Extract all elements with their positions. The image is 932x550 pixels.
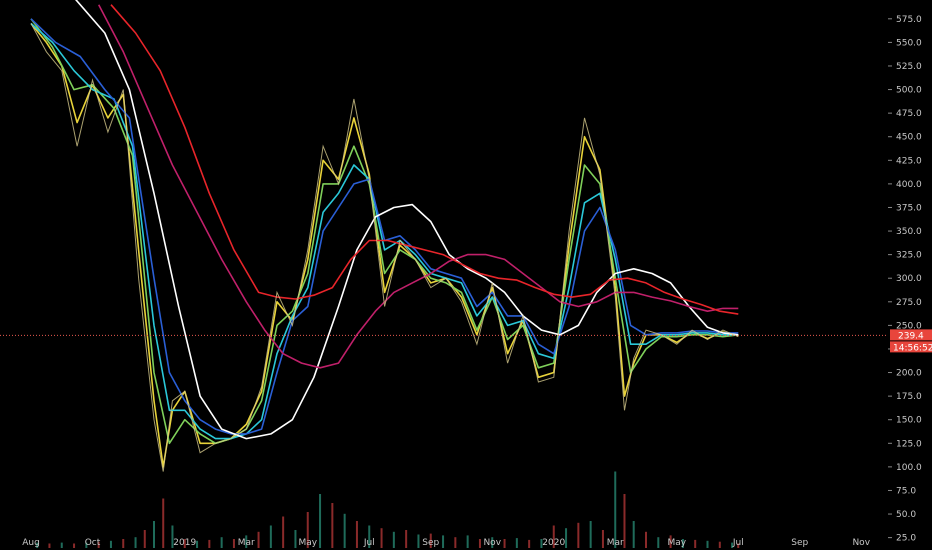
volume-bar <box>503 539 506 548</box>
volume-bar <box>632 521 635 548</box>
volume-bar <box>343 513 346 548</box>
y-tick-label: 400.0 <box>896 180 922 190</box>
volume-bar <box>405 530 408 548</box>
chart-panel[interactable]: 25.050.075.0100.0125.0150.0175.0200.0225… <box>0 0 932 550</box>
moving-average-lines <box>30 0 739 468</box>
volume-bar <box>718 541 721 548</box>
volume-bar <box>143 530 146 548</box>
x-tick-label: Sep <box>791 538 808 548</box>
y-tick-label: 350.0 <box>896 227 922 237</box>
x-tick-label: Nov <box>852 538 870 548</box>
y-tick-label: 300.0 <box>896 274 922 284</box>
y-tick-label: 475.0 <box>896 109 922 119</box>
volume-bar <box>454 537 457 548</box>
x-tick-label: May <box>298 538 317 548</box>
y-tick-label: 575.0 <box>896 15 922 25</box>
y-tick-label: 550.0 <box>896 38 922 48</box>
volume-bar <box>614 471 617 548</box>
volume-bar <box>48 543 51 548</box>
current-price-badge: 239.4 14:56:52 <box>890 329 932 353</box>
y-tick-label: 25.0 <box>896 534 916 544</box>
volume-bar <box>466 535 469 548</box>
volume-bar <box>73 543 76 548</box>
volume-bar <box>331 503 334 548</box>
x-tick-label: Aug <box>22 538 40 548</box>
y-tick-label: 175.0 <box>896 392 922 402</box>
volume-bar <box>257 531 260 548</box>
x-tick-label: Mar <box>607 538 624 548</box>
volume-bar <box>220 537 223 548</box>
ma-line-7 <box>110 4 739 315</box>
y-tick-label: 500.0 <box>896 86 922 96</box>
y-tick-label: 150.0 <box>896 416 922 426</box>
x-tick-label: Jul <box>363 538 375 548</box>
volume-bar <box>645 531 647 548</box>
volume-bar <box>478 539 481 548</box>
y-tick-label: 425.0 <box>896 156 922 166</box>
volume-bar <box>657 537 660 548</box>
x-tick-label: Mar <box>238 538 255 548</box>
x-tick-label: Sep <box>422 538 439 548</box>
y-tick-label: 450.0 <box>896 133 922 143</box>
volume-bar <box>355 521 358 548</box>
volume-bar <box>392 531 395 548</box>
volume-bar <box>208 539 211 548</box>
volume-bar <box>442 535 445 548</box>
volume-bar <box>577 522 580 548</box>
ma-line-5 <box>75 0 739 440</box>
y-tick-label: 525.0 <box>896 62 922 72</box>
volume-bar <box>162 498 165 548</box>
volume-bar <box>380 528 383 548</box>
volume-bar <box>589 521 592 548</box>
volume-bar <box>294 530 297 548</box>
y-tick-label: 200.0 <box>896 369 922 379</box>
volume-bar <box>515 538 518 548</box>
volume-bar <box>565 528 568 548</box>
volume-bar <box>153 521 155 548</box>
countdown-label: 14:56:52 <box>893 343 932 353</box>
y-tick-label: 325.0 <box>896 251 922 261</box>
y-tick-label: 125.0 <box>896 439 922 449</box>
ma-line-6 <box>97 4 739 369</box>
current-price-label: 239.4 <box>898 331 924 341</box>
volume-bar <box>417 534 420 548</box>
volume-bar <box>528 539 531 548</box>
volume-bar <box>706 540 709 548</box>
ma-line-4 <box>30 18 739 435</box>
volume-bar <box>134 537 137 548</box>
volume-bar <box>282 516 285 548</box>
volume-bar <box>60 542 63 548</box>
volume-bar <box>623 494 626 548</box>
volume-bar <box>122 539 125 548</box>
volume-bar <box>232 539 235 548</box>
y-tick-label: 375.0 <box>896 203 922 213</box>
y-tick-label: 275.0 <box>896 298 922 308</box>
x-tick-label: Nov <box>483 538 501 548</box>
x-tick-label: 2020 <box>542 538 565 548</box>
price-chart[interactable]: 25.050.075.0100.0125.0150.0175.0200.0225… <box>0 0 932 550</box>
y-tick-label: 100.0 <box>896 463 922 473</box>
y-tick-label: 50.0 <box>896 510 916 520</box>
x-tick-label: May <box>667 538 686 548</box>
volume-bar <box>601 530 604 548</box>
x-tick-label: Oct <box>85 538 101 548</box>
y-tick-label: 75.0 <box>896 486 916 496</box>
volume-bars <box>36 471 740 548</box>
volume-bar <box>269 525 272 548</box>
x-tick-label: 2019 <box>173 538 196 548</box>
x-tick-label: Jul <box>732 538 744 548</box>
volume-bar <box>319 494 322 548</box>
ma-line-1 <box>30 22 739 468</box>
volume-bar <box>694 539 697 548</box>
y-axis[interactable]: 25.050.075.0100.0125.0150.0175.0200.0225… <box>888 0 932 550</box>
x-axis[interactable]: Aug Oct 2019 Mar May Jul Sep Nov 2020 Mar May Jul Se… <box>22 538 870 548</box>
volume-bar <box>196 540 199 548</box>
volume-bar <box>109 540 112 548</box>
